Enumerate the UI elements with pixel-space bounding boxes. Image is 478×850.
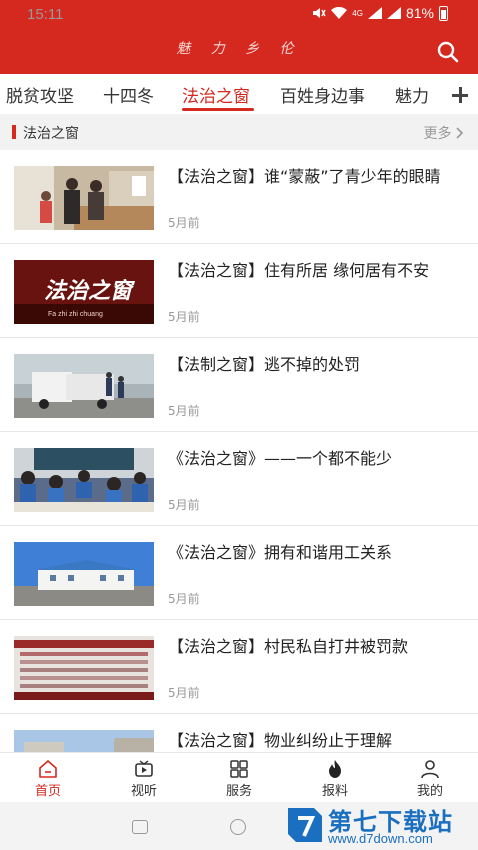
user-icon — [421, 760, 439, 779]
nav-video-label: 视听 — [130, 784, 157, 799]
battery-icon — [439, 5, 448, 21]
article-thumbnail — [14, 636, 154, 700]
article-time: 5月前 — [168, 686, 200, 700]
add-tab-button[interactable] — [444, 74, 478, 114]
active-tab-indicator — [182, 108, 254, 111]
tab-law-window[interactable]: 法治之窗 — [182, 82, 250, 107]
article-time: 5月前 — [168, 498, 200, 512]
list-item[interactable]: 《法治之窗》——一个都不能少 5月前 — [0, 432, 478, 526]
section-marker — [12, 125, 16, 139]
watermark-logo-icon — [288, 808, 322, 842]
tab-charm[interactable]: 魅力 — [395, 82, 429, 107]
nav-report-label: 报料 — [321, 784, 348, 799]
nav-profile-label: 我的 — [416, 784, 443, 799]
signal-icon-2 — [386, 7, 401, 19]
section-header: 法治之窗 更多 — [0, 114, 478, 150]
list-item[interactable]: 【法制之窗】逃不掉的处罚 5月前 — [0, 338, 478, 432]
status-icons: 4G 81% — [312, 5, 448, 21]
article-thumbnail — [14, 730, 154, 752]
article-title: 【法治之窗】住有所居 缘何居有不安 — [168, 261, 430, 280]
nav-home-label: 首页 — [34, 784, 61, 799]
article-title: 《法治之窗》——一个都不能少 — [168, 449, 393, 468]
article-thumbnail — [14, 166, 154, 230]
more-link[interactable]: 更多 — [424, 123, 464, 143]
flame-icon — [329, 760, 341, 778]
bottom-nav: 首页 视听 服务 报料 我的 — [0, 752, 478, 802]
watermark: 第七下载站 www.d7down.com — [282, 800, 478, 850]
nav-profile[interactable]: 我的 — [382, 753, 478, 803]
signal-icon — [367, 7, 382, 19]
article-time: 5月前 — [168, 592, 200, 606]
article-thumbnail — [14, 354, 154, 418]
watermark-url: www.d7down.com — [328, 831, 433, 846]
article-time: 5月前 — [168, 216, 200, 230]
list-item[interactable]: 【法治之窗】物业纠纷止于理解 — [0, 714, 478, 752]
tab-poverty[interactable]: 脱贫攻坚 — [6, 82, 74, 107]
article-time: 5月前 — [168, 310, 200, 324]
article-thumbnail: 法治之窗 Fa zhi zhi chuang — [14, 260, 154, 324]
nav-services[interactable]: 服务 — [191, 753, 287, 803]
article-title: 《法治之窗》拥有和谐用工关系 — [168, 543, 393, 562]
nav-video[interactable]: 视听 — [96, 753, 192, 803]
nav-services-label: 服务 — [225, 784, 252, 799]
status-bar: 15:11 4G 81% — [0, 0, 478, 30]
app-header: 15:11 4G 81% 魅 力 乡 伦 — [0, 0, 478, 74]
grid-icon — [230, 760, 248, 778]
battery-percent: 81% — [405, 5, 434, 21]
list-item[interactable]: 《法治之窗》拥有和谐用工关系 5月前 — [0, 526, 478, 620]
category-tabs: 脱贫攻坚 十四冬 法治之窗 百姓身边事 魅力 — [0, 74, 478, 114]
tab-shisidong[interactable]: 十四冬 — [103, 82, 154, 107]
more-label: 更多 — [423, 126, 452, 142]
status-time: 15:11 — [27, 6, 64, 23]
article-list: 【法治之窗】谁“蒙蔽”了青少年的眼睛 5月前 法治之窗 Fa zhi zhi c… — [0, 150, 478, 752]
home-button[interactable] — [230, 819, 246, 835]
video-icon — [135, 760, 153, 777]
mute-icon — [313, 8, 326, 18]
chevron-right-icon — [456, 127, 464, 139]
article-thumbnail — [14, 448, 154, 512]
thumb-title-text: 法治之窗 — [44, 278, 135, 304]
search-icon[interactable] — [436, 40, 460, 64]
article-title: 【法制之窗】逃不掉的处罚 — [168, 355, 361, 374]
article-title: 【法治之窗】村民私自打井被罚款 — [168, 637, 409, 656]
nav-home[interactable]: 首页 — [0, 753, 96, 803]
article-title: 【法治之窗】谁“蒙蔽”了青少年的眼睛 — [168, 167, 441, 186]
thumb-subtitle-text: Fa zhi zhi chuang — [48, 311, 103, 318]
wifi-icon — [331, 7, 348, 19]
article-time: 5月前 — [168, 404, 200, 418]
article-thumbnail — [14, 542, 154, 606]
list-item[interactable]: 法治之窗 Fa zhi zhi chuang 【法治之窗】住有所居 缘何居有不安… — [0, 244, 478, 338]
list-item[interactable]: 【法治之窗】村民私自打井被罚款 5月前 — [0, 620, 478, 714]
nav-report[interactable]: 报料 — [287, 753, 383, 803]
recents-button[interactable] — [132, 820, 148, 834]
home-icon — [39, 760, 57, 778]
network-type: 4G — [352, 8, 363, 18]
tab-local-stories[interactable]: 百姓身边事 — [280, 82, 365, 107]
app-title: 魅 力 乡 伦 — [176, 41, 302, 57]
list-item[interactable]: 【法治之窗】谁“蒙蔽”了青少年的眼睛 5月前 — [0, 150, 478, 244]
article-title: 【法治之窗】物业纠纷止于理解 — [168, 731, 393, 750]
section-title: 法治之窗 — [23, 126, 79, 142]
